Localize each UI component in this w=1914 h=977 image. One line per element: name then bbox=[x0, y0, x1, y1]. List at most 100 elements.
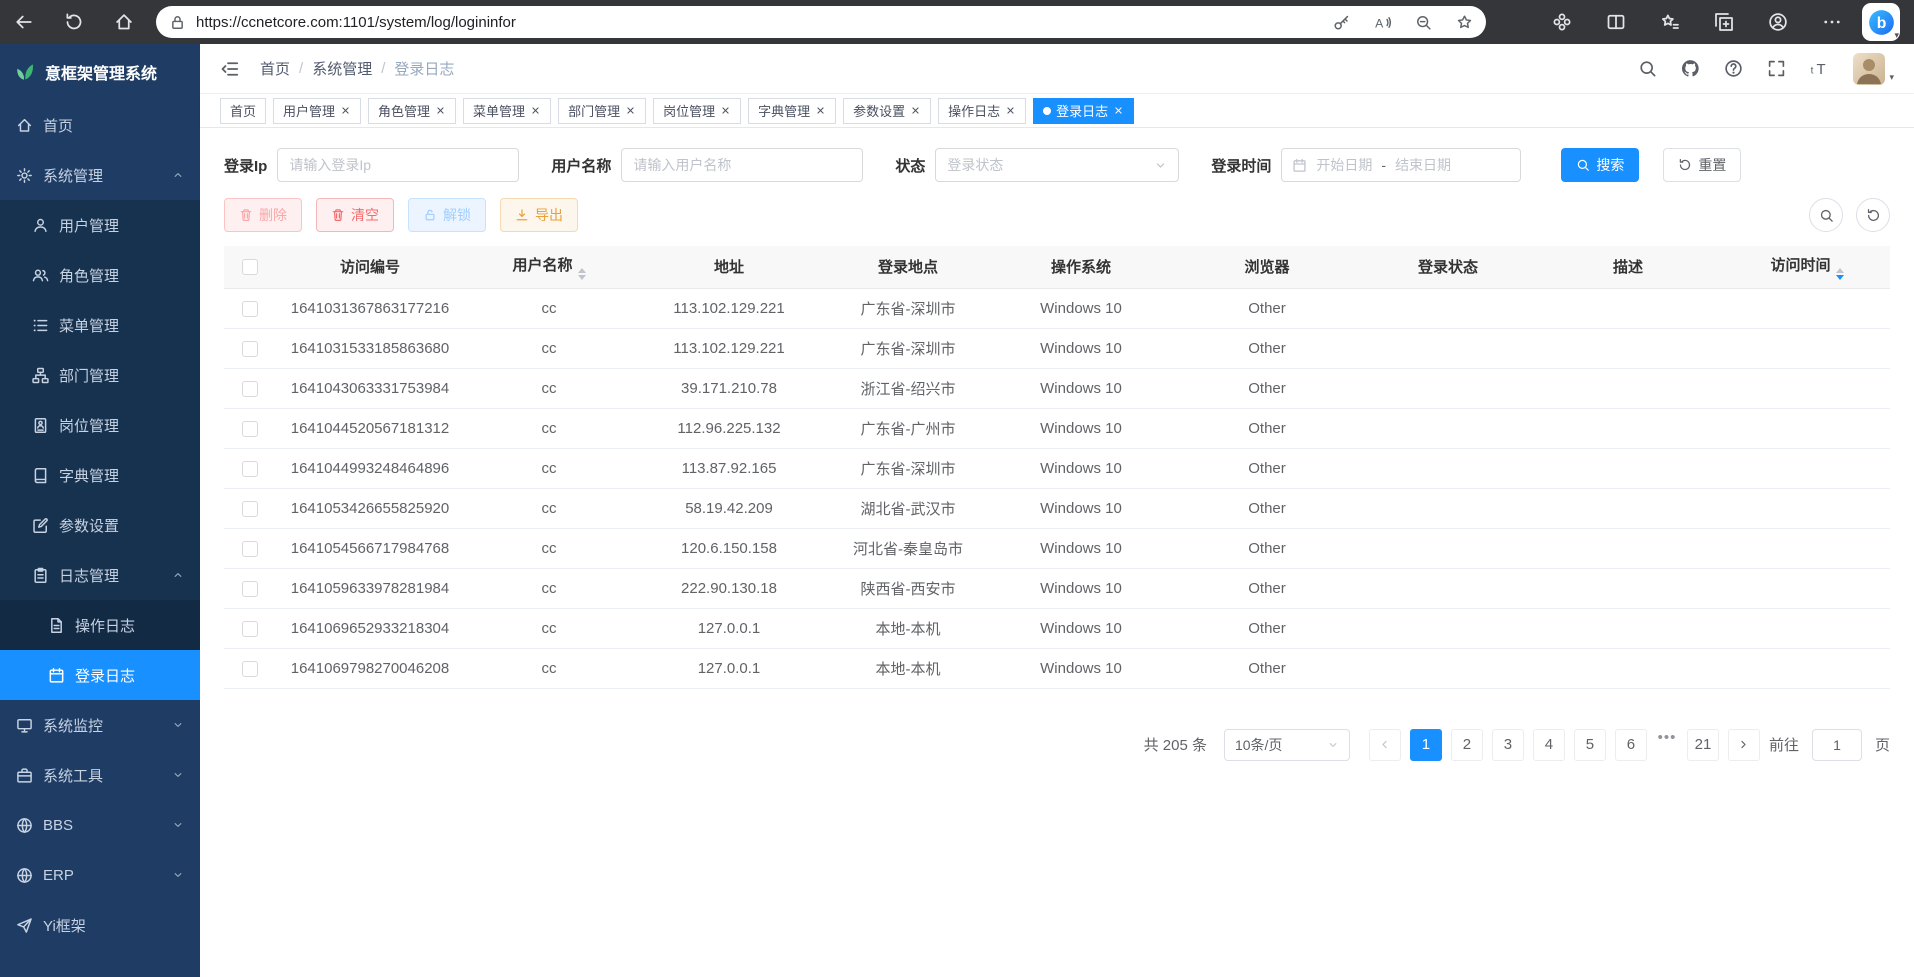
close-icon[interactable] bbox=[720, 105, 731, 116]
close-icon[interactable] bbox=[910, 105, 921, 116]
tab-6[interactable]: 字典管理 bbox=[748, 98, 836, 124]
page-ellipsis[interactable]: ••• bbox=[1656, 729, 1678, 761]
profile-icon[interactable] bbox=[1768, 12, 1788, 32]
user-avatar[interactable] bbox=[1853, 53, 1885, 85]
close-icon[interactable] bbox=[1005, 105, 1016, 116]
lock-icon[interactable] bbox=[169, 14, 186, 31]
split-screen-icon[interactable] bbox=[1606, 12, 1626, 32]
delete-button[interactable]: 删除 bbox=[224, 198, 302, 232]
sidebar-item-5[interactable]: 部门管理 bbox=[0, 350, 200, 400]
breadcrumb-item[interactable]: 系统管理 bbox=[312, 58, 372, 79]
home-icon[interactable] bbox=[114, 12, 134, 32]
tab-1[interactable]: 用户管理 bbox=[273, 98, 361, 124]
close-icon[interactable] bbox=[815, 105, 826, 116]
zoom-out-icon[interactable] bbox=[1415, 14, 1432, 31]
sidebar-item-0[interactable]: 首页 bbox=[0, 100, 200, 150]
refresh-icon[interactable] bbox=[64, 12, 84, 32]
font-size-icon[interactable]: tT bbox=[1810, 59, 1829, 78]
tab-2[interactable]: 角色管理 bbox=[368, 98, 456, 124]
sort-icons[interactable] bbox=[578, 268, 586, 280]
column-header[interactable]: 用户名称 bbox=[464, 246, 634, 288]
clear-button[interactable]: 清空 bbox=[316, 198, 394, 232]
sidebar-item-2[interactable]: 用户管理 bbox=[0, 200, 200, 250]
reset-button[interactable]: 重置 bbox=[1663, 148, 1741, 182]
row-checkbox[interactable] bbox=[242, 621, 258, 637]
unlock-button[interactable]: 解锁 bbox=[408, 198, 486, 232]
sidebar-toggle-icon[interactable] bbox=[220, 59, 240, 79]
tab-8[interactable]: 操作日志 bbox=[938, 98, 1026, 124]
sidebar-item-4[interactable]: 菜单管理 bbox=[0, 300, 200, 350]
sidebar-item-10[interactable]: 操作日志 bbox=[0, 600, 200, 650]
row-checkbox[interactable] bbox=[242, 661, 258, 677]
sidebar-item-11[interactable]: 登录日志 bbox=[0, 650, 200, 700]
extension-icon[interactable] bbox=[1552, 12, 1572, 32]
key-icon[interactable] bbox=[1333, 14, 1350, 31]
close-icon[interactable] bbox=[625, 105, 636, 116]
select-all-checkbox[interactable] bbox=[242, 259, 258, 275]
sidebar-item-16[interactable]: Yi框架 bbox=[0, 900, 200, 950]
page-button-2[interactable]: 2 bbox=[1451, 729, 1483, 761]
sort-icons[interactable] bbox=[1836, 268, 1844, 280]
row-checkbox[interactable] bbox=[242, 381, 258, 397]
row-checkbox[interactable] bbox=[242, 461, 258, 477]
chevron-down-icon[interactable]: ▾ bbox=[1894, 30, 1899, 41]
page-button-4[interactable]: 4 bbox=[1533, 729, 1565, 761]
page-button-6[interactable]: 6 bbox=[1615, 729, 1647, 761]
page-size-select[interactable]: 10条/页 bbox=[1224, 729, 1350, 761]
sort-asc-icon[interactable] bbox=[1836, 268, 1844, 273]
fullscreen-icon[interactable] bbox=[1767, 59, 1786, 78]
app-logo[interactable]: 意框架管理系统 bbox=[0, 44, 200, 100]
status-select[interactable]: 登录状态 bbox=[935, 148, 1179, 182]
page-button-5[interactable]: 5 bbox=[1574, 729, 1606, 761]
github-icon[interactable] bbox=[1681, 59, 1700, 78]
page-jump-input[interactable] bbox=[1812, 729, 1862, 761]
tab-5[interactable]: 岗位管理 bbox=[653, 98, 741, 124]
collections-icon[interactable] bbox=[1714, 12, 1734, 32]
toggle-search-button[interactable] bbox=[1809, 198, 1843, 232]
close-icon[interactable] bbox=[1113, 105, 1124, 116]
bing-button[interactable]: b ▾ bbox=[1862, 3, 1900, 41]
row-checkbox[interactable] bbox=[242, 301, 258, 317]
close-icon[interactable] bbox=[340, 105, 351, 116]
page-button-3[interactable]: 3 bbox=[1492, 729, 1524, 761]
row-checkbox[interactable] bbox=[242, 421, 258, 437]
sidebar-item-8[interactable]: 参数设置 bbox=[0, 500, 200, 550]
row-checkbox[interactable] bbox=[242, 501, 258, 517]
sidebar-item-14[interactable]: BBS bbox=[0, 800, 200, 850]
sort-desc-icon[interactable] bbox=[578, 275, 586, 280]
close-icon[interactable] bbox=[530, 105, 541, 116]
page-button-21[interactable]: 21 bbox=[1687, 729, 1719, 761]
sidebar-item-15[interactable]: ERP bbox=[0, 850, 200, 900]
sort-desc-icon[interactable] bbox=[1836, 275, 1844, 280]
next-page-button[interactable] bbox=[1728, 729, 1760, 761]
row-checkbox[interactable] bbox=[242, 581, 258, 597]
sidebar-item-12[interactable]: 系统监控 bbox=[0, 700, 200, 750]
sort-asc-icon[interactable] bbox=[578, 268, 586, 273]
date-range-picker[interactable]: 开始日期 - 结束日期 bbox=[1281, 148, 1521, 182]
search-button[interactable]: 搜索 bbox=[1561, 148, 1639, 182]
sidebar-item-9[interactable]: 日志管理 bbox=[0, 550, 200, 600]
sidebar-item-6[interactable]: 岗位管理 bbox=[0, 400, 200, 450]
column-header[interactable]: 访问时间 bbox=[1724, 246, 1890, 288]
row-checkbox[interactable] bbox=[242, 341, 258, 357]
row-checkbox[interactable] bbox=[242, 541, 258, 557]
back-icon[interactable] bbox=[14, 12, 34, 32]
user-filter-input[interactable] bbox=[621, 148, 863, 182]
sidebar-item-1[interactable]: 系统管理 bbox=[0, 150, 200, 200]
sidebar-item-3[interactable]: 角色管理 bbox=[0, 250, 200, 300]
tab-3[interactable]: 菜单管理 bbox=[463, 98, 551, 124]
ip-filter-input[interactable] bbox=[277, 148, 519, 182]
favorites-icon[interactable] bbox=[1660, 12, 1680, 32]
user-menu[interactable]: ▾ bbox=[1853, 53, 1894, 85]
breadcrumb-item[interactable]: 首页 bbox=[260, 58, 290, 79]
search-icon[interactable] bbox=[1638, 59, 1657, 78]
read-aloud-icon[interactable]: A bbox=[1374, 14, 1391, 31]
question-icon[interactable] bbox=[1724, 59, 1743, 78]
export-button[interactable]: 导出 bbox=[500, 198, 578, 232]
tab-7[interactable]: 参数设置 bbox=[843, 98, 931, 124]
tab-9[interactable]: 登录日志 bbox=[1033, 98, 1134, 124]
star-add-icon[interactable] bbox=[1456, 14, 1473, 31]
address-bar[interactable]: https://ccnetcore.com:1101/system/log/lo… bbox=[156, 6, 1486, 38]
tab-4[interactable]: 部门管理 bbox=[558, 98, 646, 124]
close-icon[interactable] bbox=[435, 105, 446, 116]
